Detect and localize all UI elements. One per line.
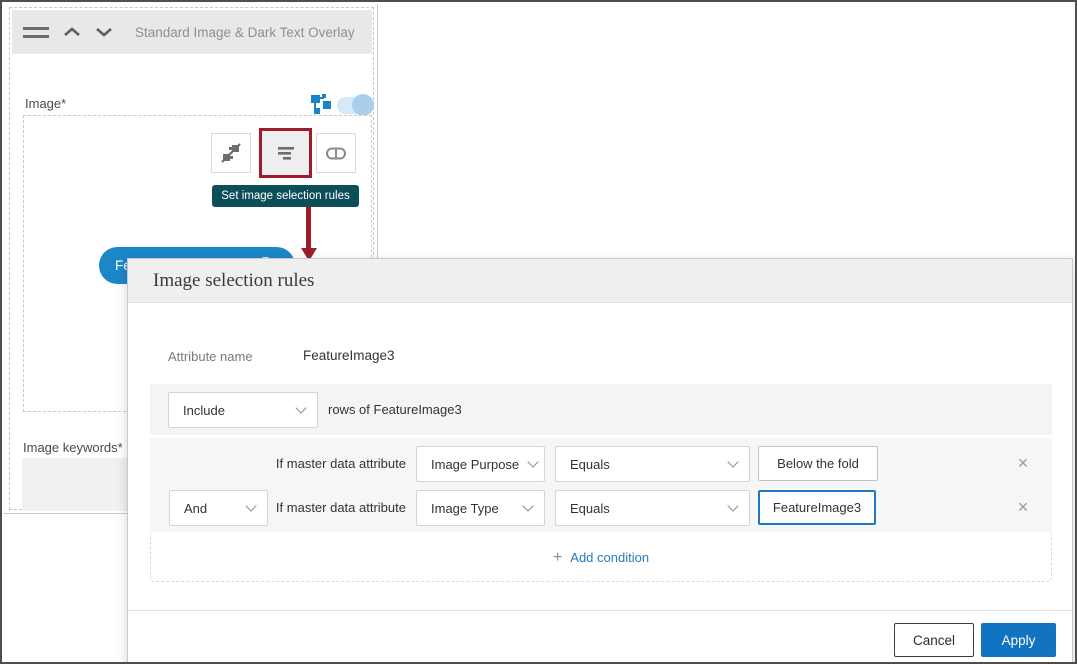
include-select[interactable]: Include <box>168 392 318 428</box>
screenshot-frame: Standard Image & Dark Text Overlay Image… <box>0 0 1077 664</box>
attribute-name-label: Attribute name <box>168 349 253 364</box>
component-header: Standard Image & Dark Text Overlay <box>12 10 372 54</box>
toggle-option-icon <box>325 142 347 164</box>
image-variants-icon <box>220 142 242 164</box>
plus-icon: + <box>553 549 562 567</box>
condition-value-input[interactable]: Below the fold <box>758 446 878 481</box>
condition-label: If master data attribute <box>150 446 406 481</box>
operator-select[interactable]: Equals <box>555 446 750 482</box>
add-condition-button[interactable]: + Add condition <box>553 549 649 567</box>
toggle-switch[interactable] <box>337 97 371 114</box>
operator-select-value: Equals <box>570 501 610 516</box>
drag-handle-icon[interactable] <box>23 27 49 38</box>
chevron-down-icon <box>522 500 533 511</box>
chevron-down-icon <box>95 26 113 38</box>
footer-divider <box>128 610 1072 611</box>
attribute-select[interactable]: Image Type <box>416 490 545 526</box>
operator-select-value: Equals <box>570 457 610 472</box>
image-field-label: Image* <box>25 96 66 111</box>
remove-condition-button[interactable]: × <box>1012 495 1034 519</box>
selection-rules-icon <box>275 142 297 164</box>
dialog-title: Image selection rules <box>153 270 314 292</box>
condition-value-input[interactable]: FeatureImage3 <box>758 490 876 525</box>
condition-row: And If master data attribute Image Type … <box>150 490 1052 525</box>
toggle-option-button[interactable] <box>316 133 356 173</box>
toggle-knob <box>352 94 374 116</box>
attribute-name-value: FeatureImage3 <box>303 348 395 363</box>
include-select-value: Include <box>183 403 225 418</box>
tooltip: Set image selection rules <box>212 185 359 207</box>
include-suffix-text: rows of FeatureImage3 <box>328 402 462 417</box>
remove-condition-button[interactable]: × <box>1012 451 1034 475</box>
apply-button[interactable]: Apply <box>981 623 1056 657</box>
attribute-select-value: Image Purpose <box>431 457 519 472</box>
attribute-select-value: Image Type <box>431 501 499 516</box>
chevron-down-icon <box>295 402 306 413</box>
image-variants-button[interactable] <box>211 133 251 173</box>
move-up-button[interactable] <box>63 26 81 38</box>
condition-row: If master data attribute Image Purpose E… <box>150 446 1052 481</box>
attribute-select[interactable]: Image Purpose <box>416 446 545 482</box>
move-down-button[interactable] <box>95 26 113 38</box>
operator-select[interactable]: Equals <box>555 490 750 526</box>
chevron-down-icon <box>528 456 539 467</box>
add-condition-label: Add condition <box>570 550 649 565</box>
chevron-down-icon <box>727 456 738 467</box>
annotation-arrow <box>306 207 311 249</box>
cancel-button[interactable]: Cancel <box>894 623 974 657</box>
add-condition-area: + Add condition <box>150 534 1052 582</box>
chevron-up-icon <box>63 26 81 38</box>
dialog-header: Image selection rules <box>128 259 1072 303</box>
component-title: Standard Image & Dark Text Overlay <box>135 25 355 40</box>
image-selection-rules-dialog: Image selection rules Attribute name Fea… <box>127 258 1073 663</box>
keywords-field-label: Image keywords* <box>23 440 123 455</box>
condition-label: If master data attribute <box>150 490 406 525</box>
selection-rules-button-highlight[interactable] <box>259 128 312 178</box>
chevron-down-icon <box>727 500 738 511</box>
